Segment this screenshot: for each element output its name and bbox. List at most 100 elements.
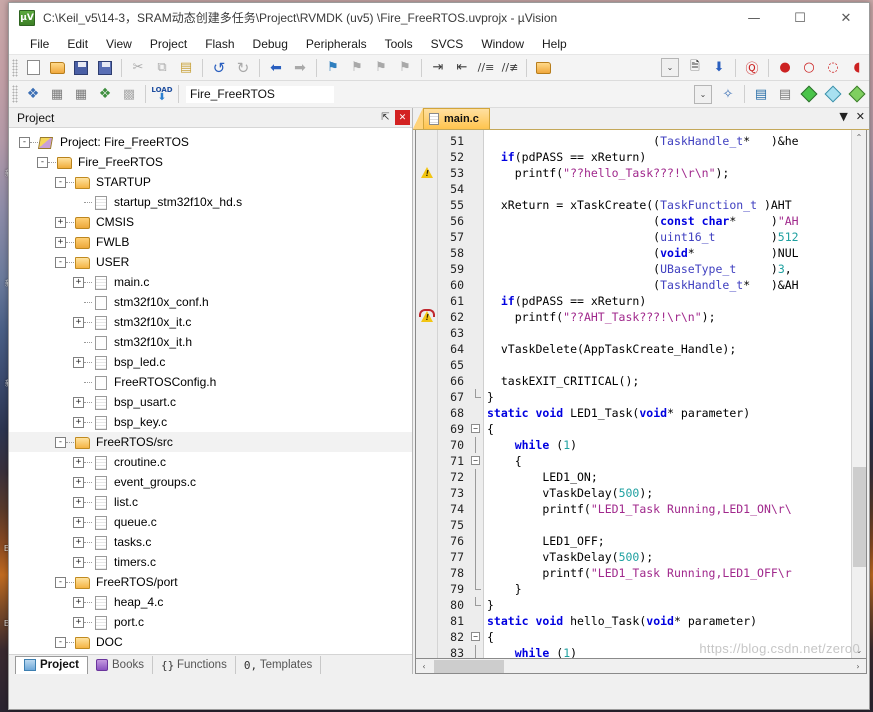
download-icon[interactable]: ⬇ (707, 57, 731, 79)
code-line[interactable]: if(pdPASS == xReturn) (487, 149, 851, 165)
find-in-files-icon[interactable] (531, 57, 555, 79)
tab-books[interactable]: Books (88, 655, 153, 674)
gutter-marker-slot[interactable] (416, 197, 437, 213)
toolbar-grip[interactable] (12, 85, 18, 103)
menu-tools[interactable]: Tools (376, 35, 422, 53)
tab-functions[interactable]: {} Functions (153, 655, 236, 674)
code-line[interactable]: vTaskDelay(500); (487, 549, 851, 565)
code-line[interactable]: (const char* )"AH (487, 213, 851, 229)
tree-item[interactable]: stm32f10x_conf.h (9, 292, 412, 312)
toggle-bookmark-icon[interactable]: ⚑ (321, 57, 345, 79)
collapse-toggle-icon[interactable]: - (55, 636, 66, 648)
menu-window[interactable]: Window (472, 35, 533, 53)
tree-item[interactable]: - STARTUP (9, 172, 412, 192)
gutter-marker-slot[interactable] (416, 405, 437, 421)
gutter-marker-slot[interactable] (416, 213, 437, 229)
gutter-marker-slot[interactable] (416, 645, 437, 658)
code-line[interactable] (487, 181, 851, 197)
tree-item[interactable]: + event_groups.c (9, 472, 412, 492)
project-tree[interactable]: - Project: Fire_FreeRTOS - Fire_FreeRTOS - ST… (9, 128, 412, 654)
expand-toggle-icon[interactable]: + (73, 276, 84, 288)
gutter-marker-slot[interactable] (416, 293, 437, 309)
tree-item[interactable]: + port.c (9, 612, 412, 632)
start-debug-session-icon[interactable]: Ⓠ (740, 57, 764, 79)
code-line[interactable]: xReturn = xTaskCreate((TaskFunction_t )A… (487, 197, 851, 213)
gutter-marker-slot[interactable] (416, 629, 437, 645)
code-line[interactable]: static void hello_Task(void* parameter) (487, 613, 851, 629)
gutter-marker-slot[interactable] (416, 133, 437, 149)
gutter-marker-slot[interactable] (416, 229, 437, 245)
fold-guide-line[interactable] (468, 517, 483, 533)
menu-help[interactable]: Help (533, 35, 576, 53)
editor-marker-gutter[interactable] (416, 130, 438, 658)
tree-item[interactable]: + FWLB (9, 232, 412, 252)
gutter-marker-slot[interactable] (416, 469, 437, 485)
gutter-marker-slot[interactable] (416, 437, 437, 453)
translate-file-icon[interactable]: ❖ (21, 83, 45, 105)
tree-item[interactable]: + list.c (9, 492, 412, 512)
gutter-marker-slot[interactable] (416, 517, 437, 533)
tab-project[interactable]: Project (15, 655, 88, 674)
scroll-down-icon[interactable]: ⌄ (852, 643, 866, 658)
code-line[interactable]: vTaskDelete(AppTaskCreate_Handle); (487, 341, 851, 357)
configure-dropdown-icon[interactable]: ⌄ (661, 58, 679, 77)
gutter-marker-slot[interactable] (416, 501, 437, 517)
expand-toggle-icon[interactable]: + (73, 356, 84, 368)
code-line[interactable]: printf("??hello_Task???!\r\n"); (487, 165, 851, 181)
comment-selection-icon[interactable]: //≡ (474, 57, 498, 79)
code-line[interactable]: (uint16_t )512 (487, 229, 851, 245)
save-all-icon[interactable] (93, 57, 117, 79)
tree-item[interactable]: - FreeRTOS/port (9, 572, 412, 592)
horizontal-scroll-thumb[interactable] (434, 660, 504, 673)
close-icon[interactable]: ✕ (856, 110, 865, 123)
fold-box[interactable]: − (471, 424, 480, 433)
cut-icon[interactable]: ✂ (126, 57, 150, 79)
menu-edit[interactable]: Edit (58, 35, 97, 53)
menu-view[interactable]: View (97, 35, 141, 53)
tree-item[interactable]: - USER (9, 252, 412, 272)
code-line[interactable]: (void* )NUL (487, 245, 851, 261)
expand-toggle-icon[interactable]: + (73, 496, 84, 508)
stop-build-icon[interactable]: ▩ (117, 83, 141, 105)
uncomment-selection-icon[interactable]: //≢ (498, 57, 522, 79)
navigate-forward-icon[interactable]: ➡ (288, 57, 312, 79)
code-line[interactable]: printf("LED1_Task Running,LED1_ON\r\ (487, 501, 851, 517)
fold-end-marker[interactable] (468, 597, 483, 613)
code-line[interactable]: while (1) (487, 645, 851, 658)
rebuild-all-icon[interactable]: ▦ (69, 83, 93, 105)
code-line[interactable]: { (487, 629, 851, 645)
indent-left-icon[interactable]: ⇤ (450, 57, 474, 79)
paste-icon[interactable]: ▤ (174, 57, 198, 79)
code-line[interactable]: LED1_OFF; (487, 533, 851, 549)
code-line[interactable]: { (487, 453, 851, 469)
code-line[interactable]: (TaskHandle_t* )&he (487, 133, 851, 149)
clear-bookmarks-icon[interactable]: ⚑ (393, 57, 417, 79)
tree-item[interactable]: stm32f10x_it.h (9, 332, 412, 352)
collapse-toggle-icon[interactable]: - (55, 436, 66, 448)
navigate-backward-icon[interactable]: ⬅ (264, 57, 288, 79)
code-line[interactable]: } (487, 581, 851, 597)
code-line[interactable]: } (487, 597, 851, 613)
collapse-toggle-icon[interactable]: - (55, 576, 66, 588)
tree-item[interactable]: + queue.c (9, 512, 412, 532)
editor-source-text[interactable]: (TaskHandle_t* )&he if(pdPASS == xReturn… (484, 130, 851, 658)
batch-build-icon[interactable]: ❖ (93, 83, 117, 105)
target-options-icon[interactable]: ✧ (716, 83, 740, 105)
code-line[interactable] (487, 517, 851, 533)
code-line[interactable]: } (487, 389, 851, 405)
expand-toggle-icon[interactable]: + (73, 596, 84, 608)
gutter-marker-slot[interactable] (416, 181, 437, 197)
collapse-toggle-icon[interactable]: - (37, 156, 48, 168)
fold-collapse-icon[interactable]: − (468, 421, 483, 437)
editor-fold-column[interactable]: −−−− (468, 130, 484, 658)
gutter-marker-slot[interactable] (416, 389, 437, 405)
tree-item[interactable]: + stm32f10x_it.c (9, 312, 412, 332)
fold-collapse-icon[interactable]: − (468, 453, 483, 469)
tab-templates[interactable]: 0, Templates (236, 655, 322, 674)
close-button[interactable]: ✕ (823, 3, 869, 33)
gutter-marker-slot[interactable] (416, 261, 437, 277)
gutter-marker-slot[interactable] (416, 613, 437, 629)
expand-toggle-icon[interactable]: + (73, 416, 84, 428)
toolbar-grip[interactable] (12, 58, 18, 77)
code-line[interactable]: if(pdPASS == xReturn) (487, 293, 851, 309)
